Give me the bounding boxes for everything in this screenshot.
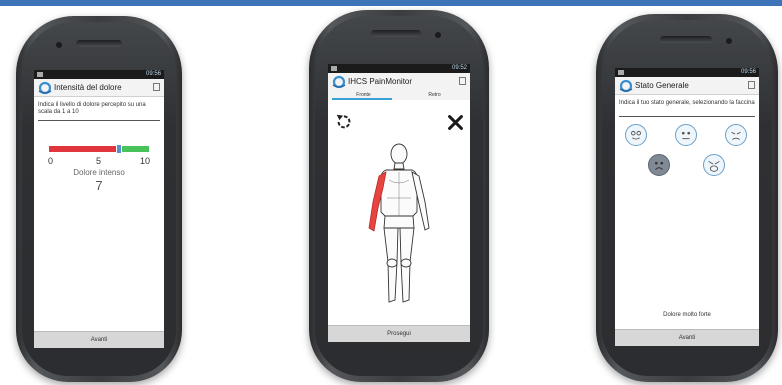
face-worst-pain-icon[interactable] [703, 154, 725, 176]
next-button[interactable]: Avanti [34, 331, 164, 348]
slider-thumb[interactable] [116, 144, 122, 154]
face-mild-pain-icon[interactable] [675, 124, 697, 146]
slider-green-track [119, 146, 149, 152]
phone-camera [56, 42, 62, 48]
phone-3: 09:56 Stato Generale Indica il tuo stato… [596, 14, 778, 382]
status-time: 09:56 [145, 71, 161, 77]
tab-back[interactable]: Retro [399, 90, 470, 100]
instruction-text: Indica il livello di dolore percepito su… [38, 102, 146, 115]
pain-level-value: 7 [95, 178, 103, 193]
menu-icon[interactable] [153, 83, 160, 91]
divider [619, 116, 755, 117]
face-strong-pain-icon[interactable] [648, 154, 670, 176]
divider [38, 120, 160, 121]
status-bar: 09:52 [328, 64, 470, 73]
face-moderate-pain-icon[interactable] [725, 124, 747, 146]
status-time: 09:56 [740, 69, 756, 75]
scale-min-label: 0 [48, 156, 54, 166]
action-bar: IHCS PainMonitor [328, 73, 470, 91]
app-title: IHCS PainMonitor [348, 77, 413, 86]
status-bar: 09:56 [615, 68, 759, 77]
phone-speaker [660, 36, 712, 43]
screen-general-state: 09:56 Stato Generale Indica il tuo stato… [615, 68, 759, 346]
app-logo-icon [332, 75, 346, 89]
screen-title: Intensità del dolore [54, 83, 122, 92]
notification-icon [37, 72, 43, 77]
active-tab-indicator [332, 98, 392, 100]
menu-icon[interactable] [748, 81, 755, 89]
view-tabs: Fronte Retro [328, 90, 470, 100]
screen-pain-intensity: 09:56 Intensità del dolore Indica il liv… [34, 70, 164, 348]
status-bar: 09:56 [34, 70, 164, 79]
face-no-pain-icon[interactable] [625, 124, 647, 146]
phone-speaker [371, 30, 421, 37]
phone-2: 09:52 IHCS PainMonitor Fronte Retro Pros… [309, 10, 489, 382]
pain-slider[interactable] [49, 144, 149, 154]
next-button[interactable]: Avanti [615, 329, 759, 346]
app-logo-icon [38, 81, 52, 95]
instruction-text: Indica il tuo stato generale, selezionan… [619, 100, 755, 106]
screen-title: Stato Generale [635, 81, 689, 90]
menu-icon[interactable] [459, 77, 466, 85]
screen-body-map: 09:52 IHCS PainMonitor Fronte Retro Pros… [328, 64, 470, 342]
scale-max-label: 10 [140, 156, 151, 166]
action-bar: Stato Generale [615, 77, 759, 95]
phone-camera [435, 32, 441, 38]
top-accent-bar [0, 0, 782, 6]
scale-mid-label: 5 [96, 156, 102, 166]
proceed-button[interactable]: Prosegui [328, 325, 470, 342]
pain-level-label: Dolore intenso [73, 168, 125, 177]
action-bar: Intensità del dolore [34, 79, 164, 97]
app-logo-icon [619, 79, 633, 93]
phone-1: 09:56 Intensità del dolore Indica il liv… [16, 16, 182, 382]
clear-icon[interactable] [447, 114, 464, 131]
slider-red-track [49, 146, 119, 152]
selected-state-label: Dolore molto forte [663, 312, 711, 318]
notification-icon [618, 70, 624, 75]
phone-camera [726, 38, 732, 44]
status-time: 09:52 [451, 65, 467, 71]
undo-icon[interactable] [334, 112, 354, 132]
phone-speaker [76, 40, 122, 47]
body-figure[interactable] [359, 142, 439, 312]
notification-icon [331, 66, 337, 71]
